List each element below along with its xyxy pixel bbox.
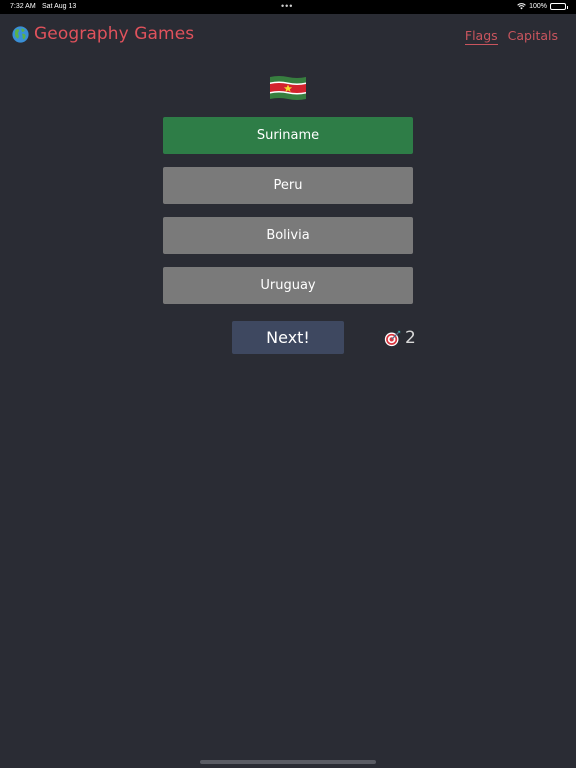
option-suriname-button[interactable]: Suriname <box>163 117 413 154</box>
app-header: Geography Games <box>12 24 194 44</box>
status-date: Sat Aug 13 <box>42 3 77 10</box>
option-peru-button[interactable]: Peru <box>163 167 413 204</box>
score-display: 2 <box>384 328 416 348</box>
wifi-icon <box>517 3 526 10</box>
next-button[interactable]: Next! <box>232 321 344 354</box>
score-value: 2 <box>405 328 416 348</box>
suriname-flag-icon <box>270 76 306 100</box>
globe-icon <box>12 25 29 43</box>
status-time: 7:32 AM <box>10 3 36 10</box>
app-title: Geography Games <box>34 24 195 44</box>
status-right: 100% <box>517 2 568 10</box>
nav-flags-link[interactable]: Flags <box>464 28 498 45</box>
home-indicator[interactable] <box>200 760 376 764</box>
multitasking-dots-icon[interactable]: ••• <box>281 1 293 11</box>
battery-icon <box>550 2 568 10</box>
option-bolivia-button[interactable]: Bolivia <box>163 217 413 254</box>
battery-percent: 100% <box>529 2 547 10</box>
target-icon <box>384 330 401 346</box>
nav-capitals-link[interactable]: Capitals <box>508 28 558 45</box>
answer-options: Suriname Peru Bolivia Uruguay <box>163 117 413 317</box>
top-nav: Flags Capitals <box>464 28 558 45</box>
option-uruguay-button[interactable]: Uruguay <box>163 267 413 304</box>
status-bar: 7:32 AM Sat Aug 13 ••• 100% <box>0 0 576 14</box>
